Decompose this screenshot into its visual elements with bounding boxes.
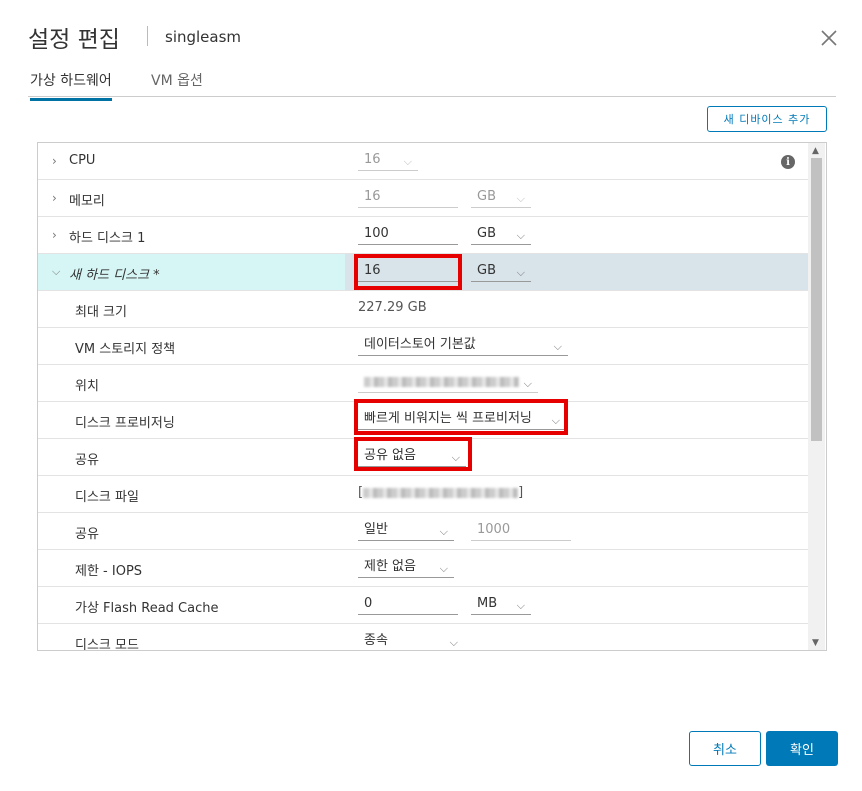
highlight-box [354, 437, 472, 471]
memory-unit-select[interactable]: GB ⌵ [471, 188, 531, 208]
chevron-down-icon: ⌵ [523, 377, 532, 390]
row-label: CPU [69, 153, 96, 168]
cpu-value: 16 [364, 152, 381, 167]
row-hard-disk-1: › 하드 디스크 1 100 GB ⌵ [38, 217, 808, 254]
chevron-down-icon: ⌵ [516, 266, 525, 279]
hard-disk-1-unit: GB [477, 226, 496, 241]
close-icon[interactable] [818, 27, 840, 49]
cpu-select[interactable]: 16 ⌵ [358, 151, 418, 171]
bracket-close: ] [518, 485, 524, 500]
flash-cache-unit: MB [477, 596, 498, 611]
row-label: 디스크 모드 [75, 638, 139, 651]
memory-unit: GB [477, 189, 496, 204]
row-label: 새 하드 디스크 * [69, 268, 160, 283]
row-label: 메모리 [69, 194, 105, 209]
hard-disk-1-size-input[interactable]: 100 [358, 225, 458, 245]
highlight-box [354, 254, 462, 290]
redacted-location [364, 376, 519, 387]
dialog-title: 설정 편집 [28, 27, 120, 53]
redacted-disk-file [363, 487, 519, 498]
chevron-down-icon: ⌵ [553, 340, 562, 353]
expand-chevron-icon[interactable]: › [52, 154, 62, 168]
tab-virtual-hardware[interactable]: 가상 하드웨어 [30, 70, 112, 101]
limit-iops-select[interactable]: 제한 없음 ⌵ [358, 558, 454, 578]
chevron-down-icon: ⌵ [403, 155, 412, 168]
expand-chevron-icon[interactable]: › [52, 191, 62, 205]
row-disk-mode: 디스크 모드 종속 ⌵ [38, 624, 808, 651]
chevron-down-icon: ⌵ [516, 599, 525, 612]
row-storage-policy: VM 스토리지 정책 데이터스토어 기본값 ⌵ [38, 328, 808, 365]
row-limit-iops: 제한 - IOPS 제한 없음 ⌵ [38, 550, 808, 587]
shares-select[interactable]: 일반 ⌵ [358, 521, 454, 541]
row-label: 하드 디스크 1 [69, 231, 146, 246]
add-new-device-button[interactable]: 새 디바이스 추가 [707, 106, 827, 132]
flash-cache-input[interactable]: 0 [358, 595, 458, 615]
limit-iops-value: 제한 없음 [364, 559, 416, 574]
tab-bar: 가상 하드웨어 VM 옵션 [28, 64, 836, 101]
row-memory: › 메모리 16 GB ⌵ [38, 180, 808, 217]
shares-value: 일반 [364, 522, 388, 537]
chevron-down-icon: ⌵ [439, 525, 448, 538]
dialog-subtitle: singleasm [165, 28, 242, 46]
new-disk-unit: GB [477, 263, 496, 278]
new-disk-unit-select[interactable]: GB ⌵ [471, 262, 531, 282]
ok-button[interactable]: 확인 [766, 731, 838, 766]
scrollbar-thumb[interactable] [811, 158, 822, 441]
title-divider [147, 26, 148, 46]
tab-vm-options[interactable]: VM 옵션 [151, 70, 203, 98]
max-size-value: 227.29 GB [358, 300, 427, 315]
disk-mode-value: 종속 [364, 633, 388, 648]
chevron-down-icon: ⌵ [516, 229, 525, 242]
chevron-down-icon: ⌵ [516, 192, 525, 205]
row-label: 디스크 파일 [75, 490, 139, 505]
scroll-up-arrow-icon[interactable]: ▲ [812, 146, 819, 156]
row-max-size: 최대 크기 227.29 GB [38, 291, 808, 328]
disk-mode-select[interactable]: 종속 ⌵ [358, 632, 464, 650]
chevron-down-icon: ⌵ [439, 562, 448, 575]
row-label: VM 스토리지 정책 [75, 342, 176, 357]
collapse-chevron-icon[interactable]: ⌵ [52, 265, 62, 278]
scroll-down-arrow-icon[interactable]: ▼ [812, 638, 819, 648]
row-disk-file: 디스크 파일 [] [38, 476, 808, 513]
scrollbar[interactable]: ▲ ▼ [808, 143, 825, 650]
disk-file-path: [] [358, 484, 558, 504]
flash-cache-unit-select[interactable]: MB ⌵ [471, 595, 531, 615]
row-location: 위치 ⌵ [38, 365, 808, 402]
row-label: 제한 - IOPS [75, 564, 143, 579]
row-cpu: › CPU 16 ⌵ i [38, 143, 808, 180]
row-label: 가상 Flash Read Cache [75, 601, 219, 616]
row-shares: 공유 일반 ⌵ 1000 [38, 513, 808, 550]
row-label: 최대 크기 [75, 305, 127, 320]
storage-policy-value: 데이터스토어 기본값 [364, 337, 476, 352]
storage-policy-select[interactable]: 데이터스토어 기본값 ⌵ [358, 336, 568, 356]
info-icon[interactable]: i [781, 155, 795, 169]
row-flash-read-cache: 가상 Flash Read Cache 0 MB ⌵ [38, 587, 808, 624]
memory-input[interactable]: 16 [358, 188, 458, 208]
cancel-button[interactable]: 취소 [689, 731, 761, 766]
expand-chevron-icon[interactable]: › [52, 228, 62, 242]
row-label: 공유 [75, 453, 99, 468]
shares-number-input[interactable]: 1000 [471, 521, 571, 541]
hard-disk-1-unit-select[interactable]: GB ⌵ [471, 225, 531, 245]
row-label: 공유 [75, 527, 99, 542]
row-label: 위치 [75, 379, 99, 394]
chevron-down-icon: ⌵ [449, 636, 458, 649]
row-label: 디스크 프로비저닝 [75, 416, 175, 431]
hardware-grid: › CPU 16 ⌵ i › 메모리 16 GB ⌵ › 하드 디스크 1 10… [37, 142, 827, 651]
location-select[interactable]: ⌵ [358, 373, 538, 393]
highlight-box [354, 399, 568, 435]
